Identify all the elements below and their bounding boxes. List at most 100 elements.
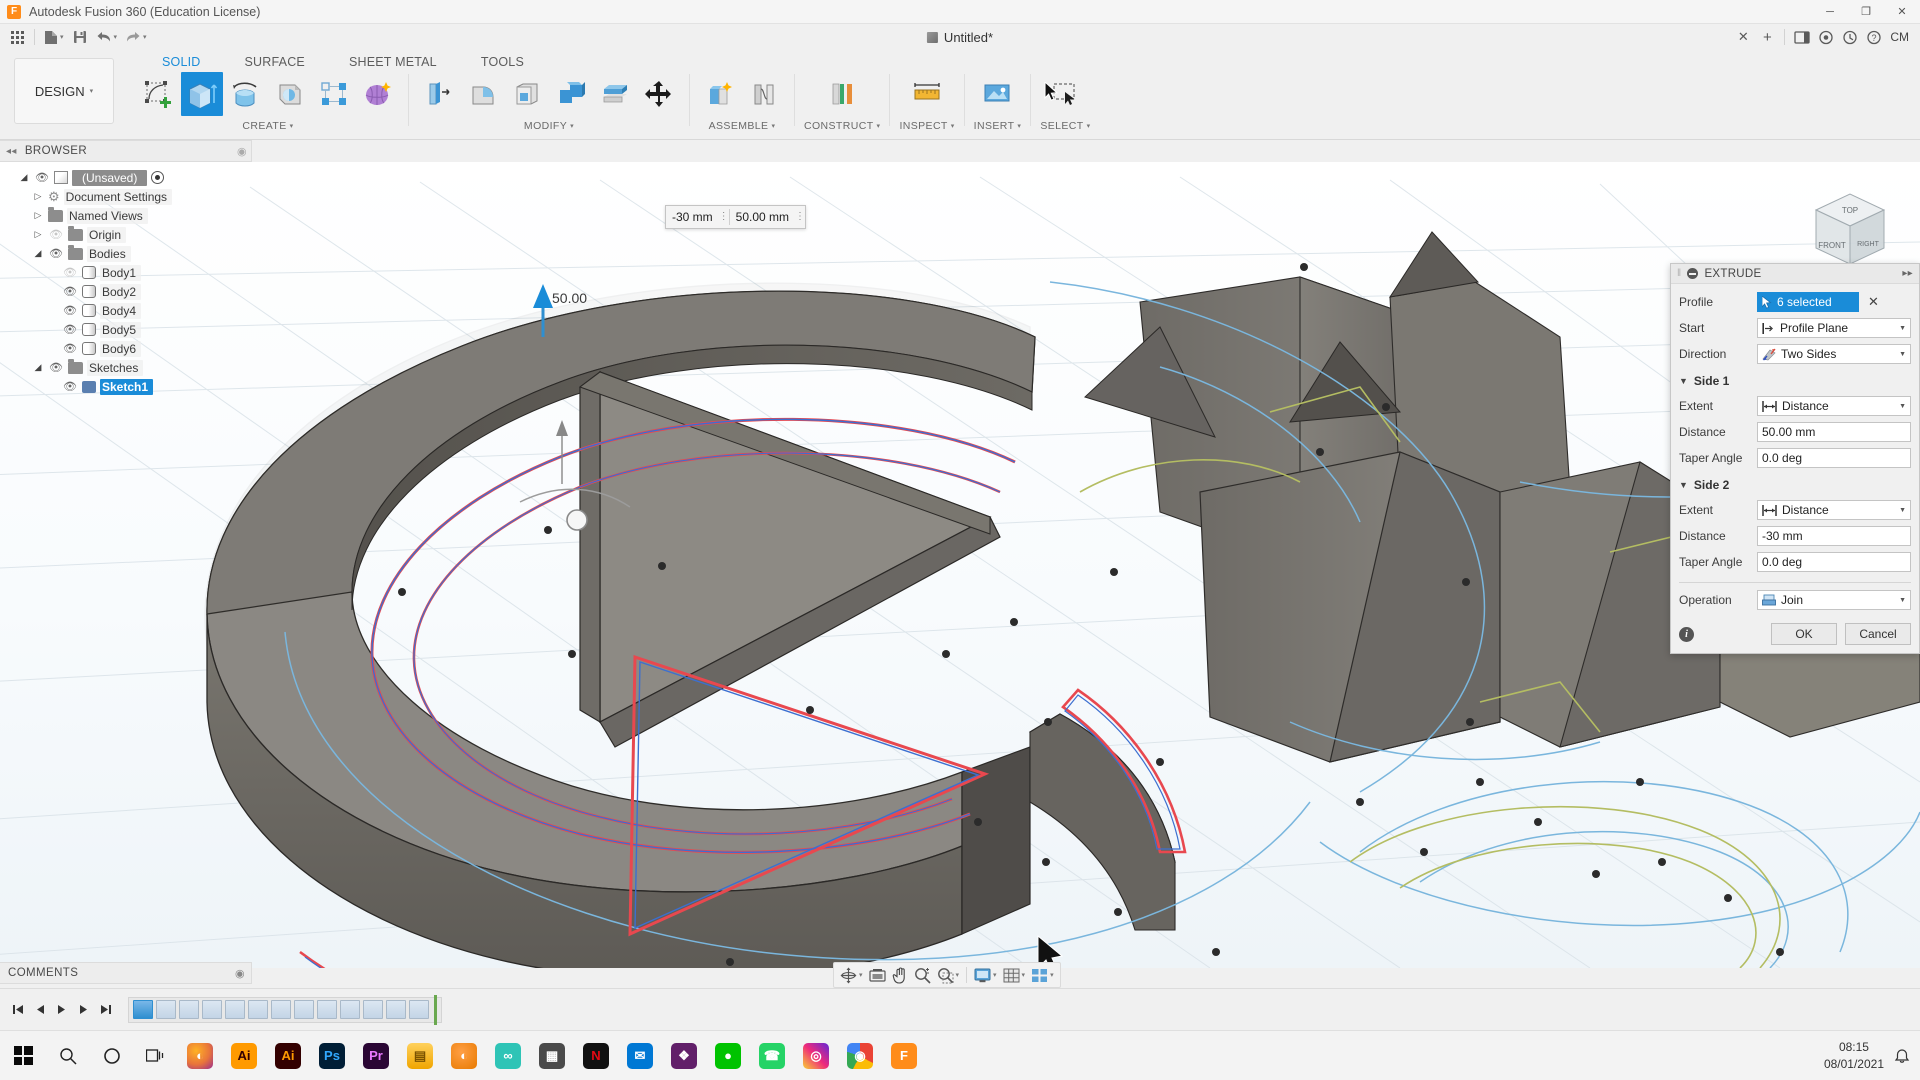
timeline-end-marker[interactable] <box>434 994 437 1025</box>
browser-item-origin[interactable]: ▷ 👁 Origin <box>0 225 250 244</box>
chevron-down-icon[interactable]: ▼ <box>1899 597 1906 604</box>
side2-extent-dropdown[interactable]: Distance ▼ <box>1757 500 1911 520</box>
tab-sheet-metal[interactable]: SHEET METAL <box>327 53 459 71</box>
viewports-button[interactable]: ▾ <box>1028 964 1057 986</box>
expand-triangle-icon[interactable]: ▷ <box>32 191 44 202</box>
more-options-icon[interactable]: ⋮ <box>719 212 729 222</box>
browser-item-document-settings[interactable]: ▷ ⚙ Document Settings <box>0 187 250 206</box>
zoom-button[interactable] <box>911 964 934 986</box>
side1-section-header[interactable]: ▼ Side 1 <box>1679 369 1911 393</box>
pan-button[interactable] <box>889 964 911 986</box>
taskbar-app-illustrator[interactable]: Ai <box>222 1035 266 1077</box>
look-at-button[interactable] <box>866 964 889 986</box>
extrude-button[interactable] <box>181 72 223 116</box>
timeline-feature[interactable] <box>179 1000 199 1019</box>
taskbar-app-line[interactable]: ● <box>706 1035 750 1077</box>
side2-distance-input[interactable]: -30 mm <box>1757 526 1911 546</box>
timeline-feature[interactable] <box>340 1000 360 1019</box>
revolve-button[interactable] <box>225 72 267 116</box>
measure-button[interactable] <box>906 72 948 116</box>
browser-resize-handle[interactable]: ◉ <box>237 145 247 158</box>
timeline-feature[interactable] <box>409 1000 429 1019</box>
inline-distance-side2[interactable]: -30 mm <box>666 206 719 228</box>
new-component-button[interactable] <box>699 72 741 116</box>
ribbon-group-label-inspect[interactable]: INSPECT ▾ <box>899 120 954 132</box>
operation-dropdown[interactable]: Join ▼ <box>1757 590 1911 610</box>
pattern-button[interactable] <box>313 72 355 116</box>
new-document-button[interactable]: ▾ <box>41 26 67 48</box>
timeline-feature[interactable] <box>363 1000 383 1019</box>
close-button[interactable]: ✕ <box>1884 0 1920 24</box>
visibility-eye-icon[interactable]: 👁 <box>62 380 78 393</box>
show-data-panel-button[interactable] <box>6 26 28 48</box>
tab-surface[interactable]: SURFACE <box>223 53 327 71</box>
expand-triangle-icon[interactable]: ◢ <box>18 172 30 183</box>
taskbar-app-illustrator-2[interactable]: Ai <box>266 1035 310 1077</box>
start-dropdown[interactable]: Profile Plane ▼ <box>1757 318 1911 338</box>
chevron-down-icon[interactable]: ▾ <box>1050 971 1054 979</box>
collapse-triangle-icon[interactable]: ▼ <box>1679 376 1688 386</box>
collapse-triangle-icon[interactable]: ▼ <box>1679 480 1688 490</box>
document-tab[interactable]: Untitled* <box>926 24 993 50</box>
visibility-eye-icon[interactable]: 👁 <box>48 361 64 374</box>
timeline-skip-end-button[interactable] <box>96 1000 116 1020</box>
tab-tools[interactable]: TOOLS <box>459 53 546 71</box>
new-tab-button[interactable]: + <box>1756 26 1778 48</box>
taskbar-app-premiere[interactable]: Pr <box>354 1035 398 1077</box>
timeline-feature[interactable] <box>133 1000 153 1019</box>
move-copy-button[interactable] <box>638 72 680 116</box>
chevron-down-icon[interactable]: ▾ <box>859 971 863 979</box>
ribbon-group-label-insert[interactable]: INSERT ▾ <box>974 120 1022 132</box>
display-settings-button[interactable]: ▾ <box>971 964 1000 986</box>
taskbar-app-file-explorer[interactable]: ▤ <box>398 1035 442 1077</box>
taskbar-app-infinity[interactable]: ∞ <box>486 1035 530 1077</box>
taskbar-app-fusion360[interactable]: F <box>882 1035 926 1077</box>
taskbar-app-instagram[interactable]: ◎ <box>794 1035 838 1077</box>
redo-button[interactable]: ▾ <box>122 26 150 48</box>
shell-button[interactable] <box>506 72 548 116</box>
browser-item-body5[interactable]: 👁 Body5 <box>0 320 250 339</box>
chevron-down-icon[interactable]: ▼ <box>1899 325 1906 332</box>
press-pull-button[interactable] <box>418 72 460 116</box>
split-face-button[interactable] <box>594 72 636 116</box>
chevron-down-icon[interactable]: ▾ <box>1022 971 1026 979</box>
fillet-button[interactable] <box>462 72 504 116</box>
chevron-down-icon[interactable]: ▼ <box>1899 403 1906 410</box>
taskbar-clock[interactable]: 08:15 08/01/2021 <box>1824 1039 1884 1071</box>
sweep-button[interactable] <box>269 72 311 116</box>
side2-section-header[interactable]: ▼ Side 2 <box>1679 473 1911 497</box>
timeline-feature[interactable] <box>386 1000 406 1019</box>
3d-viewport[interactable]: TOP FRONT RIGHT <box>0 162 1920 968</box>
visibility-eye-icon[interactable]: 👁 <box>62 304 78 317</box>
timeline-feature[interactable] <box>294 1000 314 1019</box>
taskbar-app-chrome[interactable]: ◉ <box>838 1035 882 1077</box>
grid-snaps-button[interactable]: ▾ <box>1000 964 1029 986</box>
visibility-eye-off-icon[interactable]: 👁 <box>62 266 78 279</box>
timeline-feature[interactable] <box>156 1000 176 1019</box>
expand-triangle-icon[interactable]: ◢ <box>32 362 44 373</box>
dialog-expand-icon[interactable]: ▸▸ <box>1902 268 1913 279</box>
taskbar-app-mail[interactable]: ✉ <box>618 1035 662 1077</box>
job-status-button[interactable] <box>1839 26 1861 48</box>
help-button[interactable]: ? <box>1863 26 1885 48</box>
save-button[interactable] <box>69 26 91 48</box>
ribbon-group-label-select[interactable]: SELECT ▾ <box>1040 120 1090 132</box>
task-view-button[interactable] <box>134 1035 178 1077</box>
visibility-eye-icon[interactable]: 👁 <box>34 171 50 184</box>
ribbon-group-label-assemble[interactable]: ASSEMBLE ▾ <box>709 120 776 132</box>
activate-component-radio[interactable] <box>151 171 165 184</box>
inline-dimension-input[interactable]: -30 mm ⋮ 50.00 mm ⋮ <box>665 205 807 229</box>
browser-item-sketch1[interactable]: 👁 Sketch1 <box>0 377 250 396</box>
timeline-track[interactable] <box>128 994 442 1025</box>
combine-button[interactable] <box>550 72 592 116</box>
browser-item-named-views[interactable]: ▷ Named Views <box>0 206 250 225</box>
timeline-feature[interactable] <box>317 1000 337 1019</box>
tab-solid[interactable]: SOLID <box>140 53 223 71</box>
more-options-icon-2[interactable]: ⋮ <box>795 212 805 222</box>
dialog-drag-handle[interactable]: ‖ <box>1677 268 1681 279</box>
expand-triangle-icon[interactable]: ▷ <box>32 229 44 240</box>
collapse-left-icon[interactable]: ◂◂ <box>6 146 17 157</box>
comments-panel-header[interactable]: COMMENTS ◉ <box>0 962 252 984</box>
taskbar-app-photoshop[interactable]: Ps <box>310 1035 354 1077</box>
browser-item-sketches[interactable]: ◢ 👁 Sketches <box>0 358 250 377</box>
